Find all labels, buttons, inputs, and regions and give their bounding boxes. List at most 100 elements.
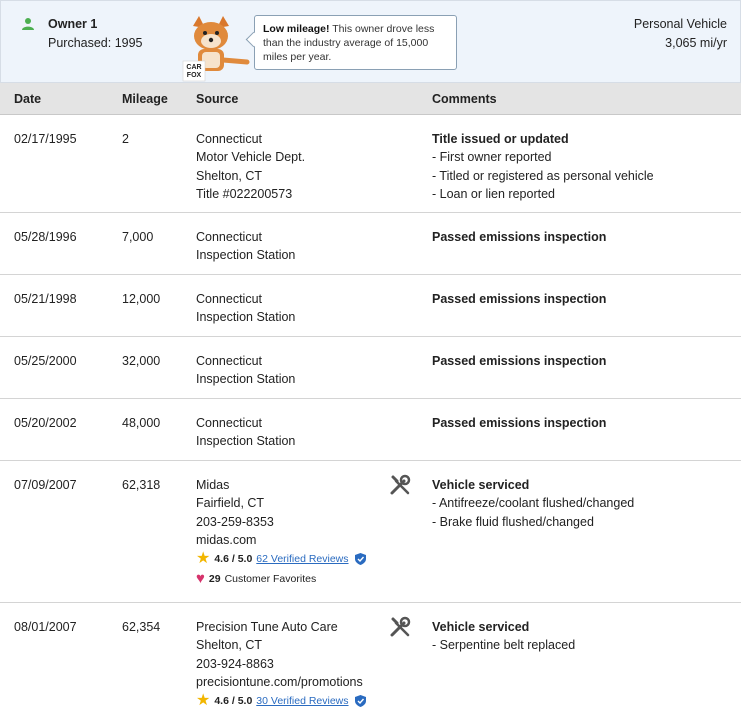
table-row: 02/17/1995 2 Connecticut Motor Vehicle D… [0, 115, 741, 213]
rating-score: 4.6 / 5.0 [214, 695, 253, 707]
wrench-screwdriver-icon [390, 474, 411, 495]
shop-phone: 203-259-8353 [196, 514, 274, 529]
rating-score: 4.6 / 5.0 [214, 553, 253, 565]
row-source: Connecticut Inspection Station [196, 414, 295, 451]
mileage-rate: 3,065 mi/yr [665, 36, 727, 50]
row-date: 08/01/2007 [14, 620, 77, 634]
verified-reviews-link[interactable]: 62 Verified Reviews [256, 553, 348, 565]
source-line: Inspection Station [196, 434, 296, 449]
row-source: Connecticut Motor Vehicle Dept. Shelton,… [196, 130, 305, 203]
table-row: 05/21/1998 12,000 Connecticut Inspection… [0, 275, 741, 337]
source-line: Inspection Station [196, 372, 296, 387]
comment-line: - Serpentine belt replaced [432, 638, 576, 653]
comment-line: - Antifreeze/coolant flushed/changed [432, 496, 635, 511]
owner-title: Owner 1 [48, 17, 98, 31]
row-comments: Vehicle serviced - Antifreeze/coolant fl… [432, 476, 634, 531]
source-line: Shelton, CT [196, 168, 263, 183]
purchased-year: Purchased: 1995 [48, 36, 143, 50]
favorites-label: Customer Favorites [224, 573, 317, 585]
row-source: Midas Fairfield, CT 203-259-8353 midas.c… [196, 476, 274, 549]
row-comments: Vehicle serviced - Serpentine belt repla… [432, 618, 575, 655]
table-row: 05/25/2000 32,000 Connecticut Inspection… [0, 337, 741, 399]
comment-line: - Brake fluid flushed/changed [432, 514, 594, 529]
source-line: Connecticut [196, 230, 263, 244]
verified-reviews-link[interactable]: 30 Verified Reviews [256, 695, 348, 707]
source-line: Inspection Station [196, 310, 296, 325]
owner-summary: Owner 1 Purchased: 1995 CAR FOX Low mile… [0, 0, 741, 83]
comment-line: - Loan or lien reported [432, 186, 555, 201]
row-mileage: 2 [122, 132, 129, 146]
shop-website: precisiontune.com/promotions [196, 674, 363, 689]
heart-icon: ♥ [196, 570, 205, 587]
table-row: 08/01/2007 62,354 Precision Tune Auto Ca… [0, 603, 741, 720]
comment-heading: Passed emissions inspection [432, 230, 607, 244]
table-row: 05/20/2002 48,000 Connecticut Inspection… [0, 399, 741, 461]
table-row: 05/28/1996 7,000 Connecticut Inspection … [0, 213, 741, 275]
comment-line: - First owner reported [432, 150, 552, 165]
row-comments: Passed emissions inspection [432, 290, 606, 308]
col-date: Date [14, 92, 42, 106]
shop-name: Precision Tune Auto Care [196, 620, 338, 634]
shop-website: midas.com [196, 532, 257, 547]
row-date: 05/28/1996 [14, 230, 77, 244]
tooltip-heading: Low mileage! [263, 23, 330, 35]
row-mileage: 62,318 [122, 478, 161, 492]
person-icon [22, 18, 34, 30]
row-mileage: 12,000 [122, 292, 161, 306]
star-icon: ★ [196, 692, 211, 709]
row-date: 05/21/1998 [14, 292, 77, 306]
shop-phone: 203-924-8863 [196, 656, 274, 671]
star-icon: ★ [196, 550, 211, 567]
row-comments: Passed emissions inspection [432, 228, 606, 246]
source-line: Connecticut [196, 292, 263, 306]
row-mileage: 62,354 [122, 620, 161, 634]
shield-check-icon [354, 695, 366, 707]
comment-heading: Passed emissions inspection [432, 292, 607, 306]
carfox-mascot-icon: CAR FOX [182, 16, 250, 82]
svg-text:CAR: CAR [186, 64, 201, 71]
row-date: 07/09/2007 [14, 478, 77, 492]
source-line: Connecticut [196, 354, 263, 368]
shield-check-icon [354, 553, 366, 565]
col-mileage: Mileage [122, 92, 168, 106]
row-mileage: 32,000 [122, 354, 161, 368]
shop-rating: ★ 4.6 / 5.0 62 Verified Reviews [196, 550, 366, 567]
comment-heading: Vehicle serviced [432, 620, 530, 634]
shop-name: Midas [196, 478, 230, 492]
customer-favorites: ♥ 29 Customer Favorites [196, 570, 317, 587]
source-line: Connecticut [196, 416, 263, 430]
row-comments: Title issued or updated - First owner re… [432, 130, 654, 203]
comment-heading: Vehicle serviced [432, 478, 530, 492]
source-line: Title #022200573 [196, 186, 293, 201]
comment-heading: Passed emissions inspection [432, 354, 607, 368]
row-source: Precision Tune Auto Care Shelton, CT 203… [196, 618, 363, 691]
favorites-count: 29 [208, 573, 221, 585]
row-mileage: 7,000 [122, 230, 154, 244]
source-line: Connecticut [196, 132, 263, 146]
wrench-screwdriver-icon [390, 616, 411, 637]
row-mileage: 48,000 [122, 416, 161, 430]
shop-location: Shelton, CT [196, 638, 263, 653]
row-comments: Passed emissions inspection [432, 414, 606, 432]
low-mileage-tooltip: Low mileage! This owner drove less than … [254, 15, 457, 70]
row-source: Connecticut Inspection Station [196, 290, 295, 327]
vehicle-type: Personal Vehicle [633, 17, 727, 31]
row-comments: Passed emissions inspection [432, 352, 606, 370]
col-comments: Comments [432, 92, 497, 106]
col-source: Source [196, 92, 239, 106]
comment-heading: Title issued or updated [432, 132, 569, 146]
svg-text:FOX: FOX [187, 72, 202, 79]
table-row: 07/09/2007 62,318 Midas Fairfield, CT 20… [0, 461, 741, 603]
comment-line: - Titled or registered as personal vehic… [432, 168, 654, 183]
comment-heading: Passed emissions inspection [432, 416, 607, 430]
row-source: Connecticut Inspection Station [196, 352, 295, 389]
row-date: 05/20/2002 [14, 416, 77, 430]
shop-rating: ★ 4.6 / 5.0 30 Verified Reviews [196, 692, 366, 709]
row-date: 02/17/1995 [14, 132, 77, 146]
source-line: Inspection Station [196, 248, 296, 263]
source-line: Motor Vehicle Dept. [196, 150, 306, 165]
row-source: Connecticut Inspection Station [196, 228, 295, 265]
history-table-header: Date Mileage Source Comments [0, 83, 741, 115]
shop-location: Fairfield, CT [196, 496, 265, 511]
row-date: 05/25/2000 [14, 354, 77, 368]
